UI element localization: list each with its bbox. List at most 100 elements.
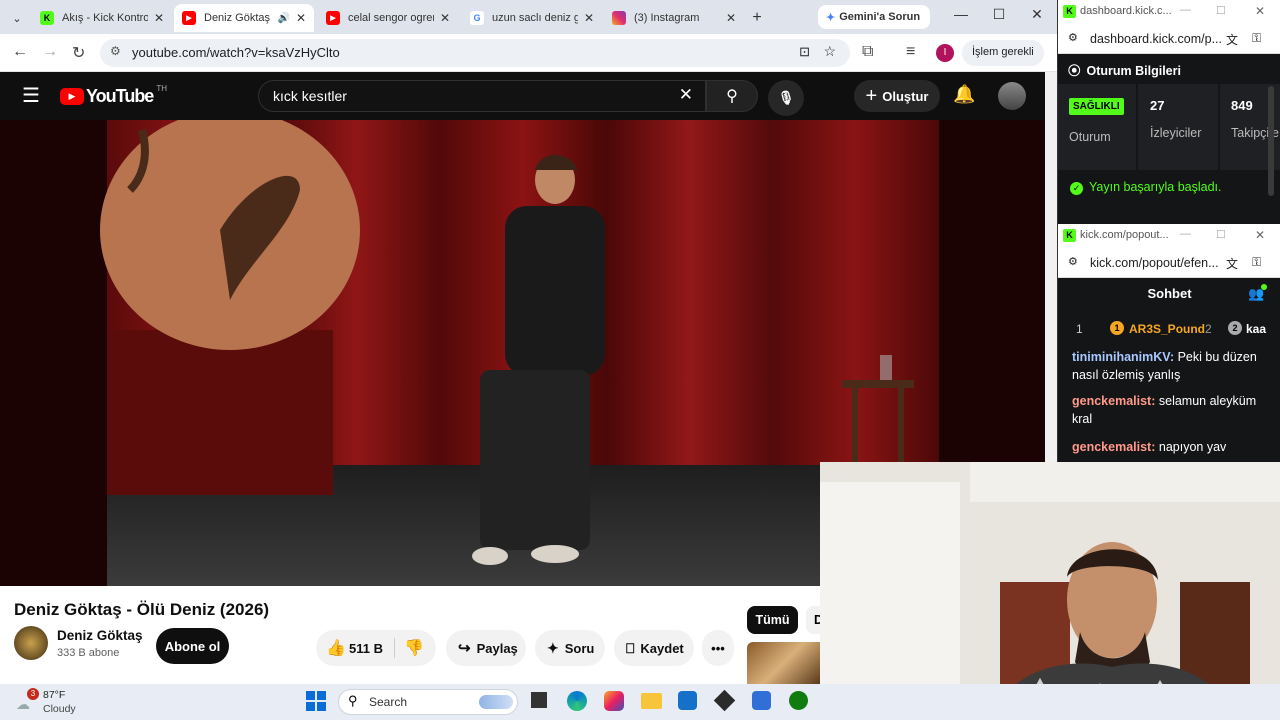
divider xyxy=(394,638,395,658)
tab-instagram[interactable]: (3) Instagram ✕ xyxy=(604,4,744,32)
popup-url-field[interactable]: ⚙ kick.com/popout/efen... 文 ⚿ xyxy=(1058,248,1280,278)
app-icon[interactable] xyxy=(752,691,771,710)
close-icon[interactable]: ✕ xyxy=(1255,4,1265,18)
close-window-icon[interactable]: ✕ xyxy=(1018,6,1056,23)
action-required-button[interactable]: İşlem gerekli xyxy=(962,40,1044,66)
close-icon[interactable]: ✕ xyxy=(1255,228,1265,242)
share-button[interactable]: ↪ Paylaş xyxy=(446,630,526,666)
search-input[interactable]: kıck kesıtler ✕ xyxy=(258,80,706,112)
leader-name[interactable]: AR3S_Pound xyxy=(1129,322,1205,336)
close-icon[interactable]: ✕ xyxy=(440,11,450,25)
channel-name[interactable]: Deniz Göktaş xyxy=(57,628,143,643)
search-highlight-icon xyxy=(479,695,513,709)
channel-avatar[interactable] xyxy=(14,626,48,660)
maximize-icon[interactable]: ☐ xyxy=(1216,228,1226,241)
media-control-icon[interactable]: ≡ xyxy=(906,43,915,61)
password-key-icon[interactable]: ⚿ xyxy=(1252,255,1261,270)
forward-arrow-icon[interactable]: → xyxy=(42,43,58,61)
file-explorer-icon[interactable] xyxy=(641,693,662,709)
store-icon[interactable] xyxy=(678,691,697,710)
search-button[interactable]: ⚲ xyxy=(706,80,758,112)
youtube-favicon-icon: ▶ xyxy=(326,11,340,25)
chevron-down-icon: ⌄ xyxy=(12,12,22,25)
install-app-icon[interactable]: ⊡ xyxy=(799,44,810,60)
tab-google-search[interactable]: G uzun saclı deniz gö ✕ xyxy=(462,4,602,32)
password-key-icon[interactable]: ⚿ xyxy=(1252,31,1261,46)
filter-chip-next[interactable]: D xyxy=(806,606,820,634)
windows-taskbar: ☁ 3 87°F Cloudy ⚲ Search xyxy=(0,684,1280,720)
translate-icon[interactable]: 文 xyxy=(1226,255,1238,272)
speaker-icon[interactable]: 🔊 xyxy=(277,13,289,24)
scrollbar[interactable] xyxy=(1268,86,1274,196)
taskbar-search[interactable]: ⚲ Search xyxy=(338,689,518,715)
reload-icon[interactable]: ↻ xyxy=(72,43,85,63)
youtube-play-icon: ▶ xyxy=(60,88,84,105)
close-icon[interactable]: ✕ xyxy=(584,11,594,25)
gemini-icon: ✦ xyxy=(826,11,836,24)
search-icon: ⚲ xyxy=(348,693,358,708)
subscribe-button[interactable]: Abone ol xyxy=(156,628,229,664)
account-avatar[interactable] xyxy=(998,82,1026,110)
new-tab-button[interactable]: + xyxy=(746,4,768,32)
more-horizontal-icon: ••• xyxy=(711,640,725,656)
like-count[interactable]: 511 B xyxy=(349,641,383,656)
tab-kick-dashboard[interactable]: K Akış - Kick Kontrol ✕ xyxy=(32,4,172,32)
video-title: Deniz Göktaş - Ölü Deniz (2026) xyxy=(14,600,270,619)
google-favicon-icon: G xyxy=(470,11,484,25)
xbox-icon[interactable] xyxy=(789,691,808,710)
chat-message: genckemalist: selamun aleyküm kral xyxy=(1072,394,1257,426)
site-info-icon[interactable]: ⚙ xyxy=(1068,31,1078,44)
save-button[interactable]: ⎕ Kaydet xyxy=(614,630,694,666)
online-dot xyxy=(1261,284,1267,290)
clear-search-icon[interactable]: ✕ xyxy=(679,85,693,105)
minimize-icon[interactable]: — xyxy=(1180,228,1191,240)
site-info-icon[interactable]: ⚙ xyxy=(110,44,121,58)
tab-search-button[interactable]: ⌄ xyxy=(6,4,28,32)
maximize-icon[interactable]: ☐ xyxy=(980,6,1018,23)
viewers-stat-card: 27 İzleyiciler xyxy=(1138,84,1218,170)
close-icon[interactable]: ✕ xyxy=(726,11,736,25)
gemini-button[interactable]: ✦ Gemini'a Sorun xyxy=(818,5,930,29)
minimize-icon[interactable]: — xyxy=(1180,4,1191,16)
kick-favicon-icon: K xyxy=(1063,229,1076,242)
bookmark-star-icon[interactable]: ☆ xyxy=(823,43,836,60)
youtube-logo[interactable]: ▶ YouTube TH xyxy=(60,84,167,107)
back-arrow-icon[interactable]: ← xyxy=(12,43,28,61)
tab-celal-search[interactable]: ▶ celal sengor ogrenc ✕ xyxy=(318,4,458,32)
unity-icon[interactable] xyxy=(713,689,736,712)
url-field[interactable]: ⚙ youtube.com/watch?v=ksaVzHyClto ⊡ ☆ xyxy=(100,39,850,67)
leader-name[interactable]: kaa xyxy=(1246,322,1266,336)
notifications-bell-icon[interactable]: 🔔 xyxy=(953,84,975,105)
kick-chat-window: K kick.com/popout... — ☐ ✕ ⚙ kick.com/po… xyxy=(1057,224,1280,464)
close-icon[interactable]: ✕ xyxy=(154,11,164,25)
ask-button[interactable]: ✦ Soru xyxy=(535,630,605,666)
maximize-icon[interactable]: ☐ xyxy=(1216,4,1226,17)
youtube-header: ☰ ▶ YouTube TH kıck kesıtler ✕ ⚲ 🎙 + Olu… xyxy=(0,72,1045,120)
close-icon[interactable]: ✕ xyxy=(296,11,306,25)
tab-youtube-video[interactable]: ▶ Deniz Göktaş - Ö 🔊 ✕ xyxy=(174,4,314,32)
recommended-thumbnail[interactable] xyxy=(747,642,820,684)
copilot-icon[interactable] xyxy=(604,691,624,711)
menu-icon[interactable]: ☰ xyxy=(22,83,40,108)
create-button[interactable]: + Oluştur xyxy=(854,80,940,112)
bookmark-icon: ⎕ xyxy=(626,639,635,656)
more-actions-button[interactable]: ••• xyxy=(702,630,734,666)
weather-widget[interactable]: ☁ 3 87°F Cloudy xyxy=(16,688,86,716)
voice-search-button[interactable]: 🎙 xyxy=(768,80,804,116)
translate-icon[interactable]: 文 xyxy=(1226,31,1238,48)
popup-url-field[interactable]: ⚙ dashboard.kick.com/p... 文 ⚿ xyxy=(1058,24,1280,54)
minimize-icon[interactable]: — xyxy=(942,6,980,22)
popup-titlebar: K dashboard.kick.c... — ☐ ✕ xyxy=(1058,0,1280,24)
search-icon: ⚲ xyxy=(726,88,738,105)
windows-start-icon[interactable] xyxy=(306,691,326,711)
edge-icon[interactable] xyxy=(567,691,587,711)
site-info-icon[interactable]: ⚙ xyxy=(1068,255,1078,268)
task-view-icon[interactable] xyxy=(531,692,547,708)
profile-avatar[interactable]: I xyxy=(936,44,954,62)
filter-chip-all[interactable]: Tümü xyxy=(747,606,798,634)
plus-icon: + xyxy=(752,9,762,26)
thumbs-down-icon[interactable]: 👎 xyxy=(404,638,424,658)
thumbs-up-icon[interactable]: 👍 xyxy=(326,638,346,658)
kick-favicon-icon: K xyxy=(40,11,54,25)
extensions-icon[interactable]: ⧉ xyxy=(862,43,873,61)
